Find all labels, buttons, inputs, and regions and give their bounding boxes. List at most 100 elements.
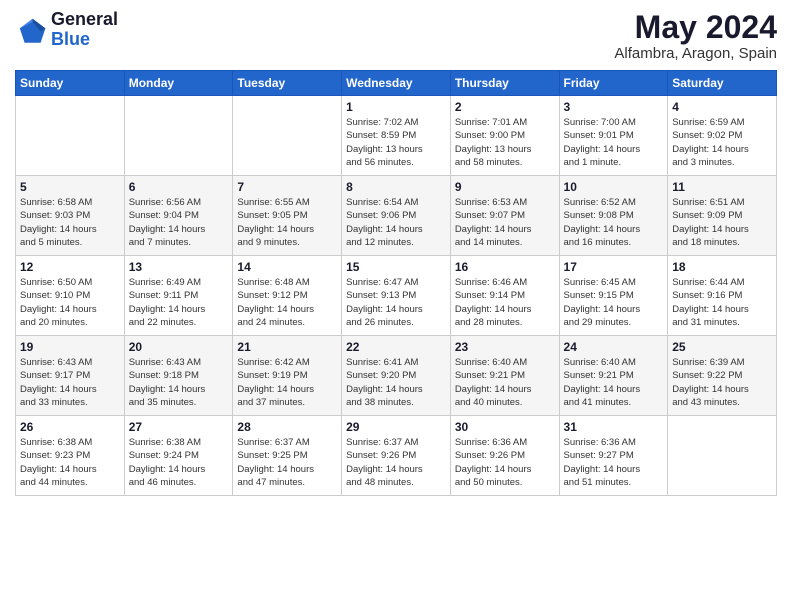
- calendar-cell: 13 Sunrise: 6:49 AM Sunset: 9:11 PM Dayli…: [124, 256, 233, 336]
- calendar-cell: [124, 96, 233, 176]
- calendar-table: SundayMondayTuesdayWednesdayThursdayFrid…: [15, 70, 777, 496]
- day-info: Sunrise: 6:54 AM Sunset: 9:06 PM Dayligh…: [346, 196, 446, 249]
- calendar-week: 5 Sunrise: 6:58 AM Sunset: 9:03 PM Daylig…: [16, 176, 777, 256]
- calendar-cell: 18 Sunrise: 6:44 AM Sunset: 9:16 PM Dayli…: [668, 256, 777, 336]
- calendar-week: 26Sunrise: 6:38 AM Sunset: 9:23 PM Dayli…: [16, 416, 777, 496]
- weekday-header: Saturday: [668, 71, 777, 96]
- weekday-header: Monday: [124, 71, 233, 96]
- day-number: 21: [237, 340, 337, 354]
- day-number: 2: [455, 100, 555, 114]
- day-info: Sunrise: 6:36 AM Sunset: 9:27 PM Dayligh…: [564, 436, 664, 489]
- day-info: Sunrise: 6:36 AM Sunset: 9:26 PM Dayligh…: [455, 436, 555, 489]
- calendar-cell: 22Sunrise: 6:41 AM Sunset: 9:20 PM Dayli…: [342, 336, 451, 416]
- weekday-header: Wednesday: [342, 71, 451, 96]
- day-number: 4: [672, 100, 772, 114]
- calendar-cell: 8 Sunrise: 6:54 AM Sunset: 9:06 PM Daylig…: [342, 176, 451, 256]
- header-row: SundayMondayTuesdayWednesdayThursdayFrid…: [16, 71, 777, 96]
- day-number: 18: [672, 260, 772, 274]
- calendar-cell: 23 Sunrise: 6:40 AM Sunset: 9:21 PM Dayli…: [450, 336, 559, 416]
- day-number: 1: [346, 100, 446, 114]
- calendar-cell: 11 Sunrise: 6:51 AM Sunset: 9:09 PM Dayli…: [668, 176, 777, 256]
- day-number: 8: [346, 180, 446, 194]
- day-number: 13: [129, 260, 229, 274]
- calendar-cell: 6 Sunrise: 6:56 AM Sunset: 9:04 PM Daylig…: [124, 176, 233, 256]
- day-info: Sunrise: 7:00 AM Sunset: 9:01 PM Dayligh…: [564, 116, 664, 169]
- day-number: 7: [237, 180, 337, 194]
- calendar-cell: 5 Sunrise: 6:58 AM Sunset: 9:03 PM Daylig…: [16, 176, 125, 256]
- weekday-header: Thursday: [450, 71, 559, 96]
- day-info: Sunrise: 7:01 AM Sunset: 9:00 PM Dayligh…: [455, 116, 555, 169]
- day-info: Sunrise: 7:02 AM Sunset: 8:59 PM Dayligh…: [346, 116, 446, 169]
- day-number: 9: [455, 180, 555, 194]
- day-info: Sunrise: 6:39 AM Sunset: 9:22 PM Dayligh…: [672, 356, 772, 409]
- day-info: Sunrise: 6:45 AM Sunset: 9:15 PM Dayligh…: [564, 276, 664, 329]
- day-info: Sunrise: 6:41 AM Sunset: 9:20 PM Dayligh…: [346, 356, 446, 409]
- logo-line2: Blue: [51, 30, 118, 50]
- calendar-cell: 21Sunrise: 6:42 AM Sunset: 9:19 PM Dayli…: [233, 336, 342, 416]
- calendar-cell: 10Sunrise: 6:52 AM Sunset: 9:08 PM Dayli…: [559, 176, 668, 256]
- day-number: 24: [564, 340, 664, 354]
- calendar-week: 19 Sunrise: 6:43 AM Sunset: 9:17 PM Dayli…: [16, 336, 777, 416]
- calendar-cell: [233, 96, 342, 176]
- calendar-cell: [16, 96, 125, 176]
- day-number: 11: [672, 180, 772, 194]
- day-info: Sunrise: 6:43 AM Sunset: 9:18 PM Dayligh…: [129, 356, 229, 409]
- day-number: 3: [564, 100, 664, 114]
- day-info: Sunrise: 6:47 AM Sunset: 9:13 PM Dayligh…: [346, 276, 446, 329]
- day-info: Sunrise: 6:50 AM Sunset: 9:10 PM Dayligh…: [20, 276, 120, 329]
- day-info: Sunrise: 6:55 AM Sunset: 9:05 PM Dayligh…: [237, 196, 337, 249]
- day-number: 31: [564, 420, 664, 434]
- day-number: 15: [346, 260, 446, 274]
- day-number: 25: [672, 340, 772, 354]
- calendar-cell: 1 Sunrise: 7:02 AM Sunset: 8:59 PM Daylig…: [342, 96, 451, 176]
- logo-line1: General: [51, 10, 118, 30]
- day-number: 27: [129, 420, 229, 434]
- day-info: Sunrise: 6:40 AM Sunset: 9:21 PM Dayligh…: [455, 356, 555, 409]
- calendar-cell: 29 Sunrise: 6:37 AM Sunset: 9:26 PM Dayli…: [342, 416, 451, 496]
- calendar-cell: 4 Sunrise: 6:59 AM Sunset: 9:02 PM Daylig…: [668, 96, 777, 176]
- day-info: Sunrise: 6:56 AM Sunset: 9:04 PM Dayligh…: [129, 196, 229, 249]
- calendar-cell: 27 Sunrise: 6:38 AM Sunset: 9:24 PM Dayli…: [124, 416, 233, 496]
- calendar-cell: 3 Sunrise: 7:00 AM Sunset: 9:01 PM Daylig…: [559, 96, 668, 176]
- day-number: 19: [20, 340, 120, 354]
- day-info: Sunrise: 6:52 AM Sunset: 9:08 PM Dayligh…: [564, 196, 664, 249]
- day-info: Sunrise: 6:49 AM Sunset: 9:11 PM Dayligh…: [129, 276, 229, 329]
- calendar-cell: 14Sunrise: 6:48 AM Sunset: 9:12 PM Dayli…: [233, 256, 342, 336]
- day-number: 6: [129, 180, 229, 194]
- day-number: 16: [455, 260, 555, 274]
- calendar-cell: 30 Sunrise: 6:36 AM Sunset: 9:26 PM Dayli…: [450, 416, 559, 496]
- logo-text: General Blue: [51, 10, 118, 50]
- calendar-cell: [668, 416, 777, 496]
- day-number: 14: [237, 260, 337, 274]
- calendar-cell: 17 Sunrise: 6:45 AM Sunset: 9:15 PM Dayli…: [559, 256, 668, 336]
- day-info: Sunrise: 6:38 AM Sunset: 9:24 PM Dayligh…: [129, 436, 229, 489]
- day-number: 20: [129, 340, 229, 354]
- calendar-cell: 28 Sunrise: 6:37 AM Sunset: 9:25 PM Dayli…: [233, 416, 342, 496]
- calendar-cell: 26Sunrise: 6:38 AM Sunset: 9:23 PM Dayli…: [16, 416, 125, 496]
- day-info: Sunrise: 6:51 AM Sunset: 9:09 PM Dayligh…: [672, 196, 772, 249]
- weekday-header: Sunday: [16, 71, 125, 96]
- header: General Blue May 2024 Alfambra, Aragon, …: [15, 10, 777, 62]
- day-number: 29: [346, 420, 446, 434]
- calendar-cell: 16Sunrise: 6:46 AM Sunset: 9:14 PM Dayli…: [450, 256, 559, 336]
- calendar-cell: 15 Sunrise: 6:47 AM Sunset: 9:13 PM Dayli…: [342, 256, 451, 336]
- weekday-header: Tuesday: [233, 71, 342, 96]
- day-info: Sunrise: 6:59 AM Sunset: 9:02 PM Dayligh…: [672, 116, 772, 169]
- calendar-cell: 19 Sunrise: 6:43 AM Sunset: 9:17 PM Dayli…: [16, 336, 125, 416]
- day-number: 5: [20, 180, 120, 194]
- day-info: Sunrise: 6:44 AM Sunset: 9:16 PM Dayligh…: [672, 276, 772, 329]
- logo: General Blue: [15, 10, 118, 50]
- day-info: Sunrise: 6:58 AM Sunset: 9:03 PM Dayligh…: [20, 196, 120, 249]
- day-number: 28: [237, 420, 337, 434]
- day-number: 12: [20, 260, 120, 274]
- calendar-cell: 12 Sunrise: 6:50 AM Sunset: 9:10 PM Dayli…: [16, 256, 125, 336]
- day-number: 23: [455, 340, 555, 354]
- day-number: 26: [20, 420, 120, 434]
- day-info: Sunrise: 6:37 AM Sunset: 9:25 PM Dayligh…: [237, 436, 337, 489]
- day-info: Sunrise: 6:37 AM Sunset: 9:26 PM Dayligh…: [346, 436, 446, 489]
- day-number: 17: [564, 260, 664, 274]
- calendar-cell: 25 Sunrise: 6:39 AM Sunset: 9:22 PM Dayli…: [668, 336, 777, 416]
- day-number: 30: [455, 420, 555, 434]
- day-info: Sunrise: 6:43 AM Sunset: 9:17 PM Dayligh…: [20, 356, 120, 409]
- month-title: May 2024: [614, 10, 777, 45]
